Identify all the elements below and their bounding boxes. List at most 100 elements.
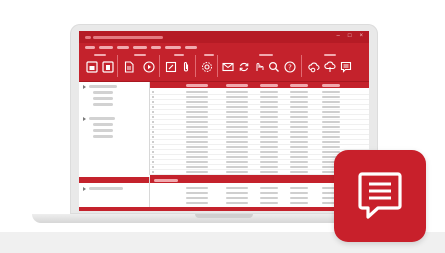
table-cell <box>226 161 248 163</box>
attachment-icon[interactable] <box>179 60 192 74</box>
table-cell <box>226 101 248 103</box>
table-cell <box>322 141 340 143</box>
menu-item[interactable] <box>151 46 161 49</box>
copy-icon[interactable] <box>101 60 114 74</box>
row-checkbox[interactable] <box>152 131 154 133</box>
laptop-screen: – □ × ? <box>79 31 369 211</box>
table-row[interactable] <box>150 94 369 95</box>
row-checkbox[interactable] <box>152 151 154 153</box>
column-header[interactable] <box>260 84 278 87</box>
table-cell <box>322 96 340 98</box>
row-checkbox[interactable] <box>152 156 154 158</box>
table-row[interactable] <box>150 99 369 100</box>
close-button[interactable]: × <box>359 33 363 40</box>
table-cell <box>322 121 340 123</box>
ribbon-group-label <box>324 54 336 56</box>
table-row[interactable] <box>150 109 369 110</box>
note-icon[interactable] <box>339 60 352 74</box>
document-icon[interactable] <box>122 60 135 74</box>
tree-item[interactable] <box>89 117 115 120</box>
tree-item[interactable] <box>89 85 117 88</box>
scan-icon[interactable] <box>252 60 265 74</box>
table-cell <box>260 116 278 118</box>
expand-arrow-icon[interactable] <box>83 117 86 121</box>
row-checkbox[interactable] <box>152 106 154 108</box>
row-checkbox[interactable] <box>152 126 154 128</box>
table-cell <box>322 116 340 118</box>
tree-item[interactable] <box>93 123 113 126</box>
maximize-button[interactable]: □ <box>348 33 352 40</box>
column-header[interactable] <box>154 179 178 182</box>
row-checkbox[interactable] <box>152 161 154 163</box>
table-cell <box>260 106 278 108</box>
table-row[interactable] <box>150 114 369 115</box>
table-row[interactable] <box>150 134 369 135</box>
tree-item[interactable] <box>89 187 123 190</box>
column-header[interactable] <box>226 84 248 87</box>
tree-item[interactable] <box>93 97 113 100</box>
table-cell <box>290 146 308 148</box>
tree-item[interactable] <box>93 91 113 94</box>
row-checkbox[interactable] <box>152 116 154 118</box>
sync-icon[interactable] <box>237 60 250 74</box>
table-row[interactable] <box>150 149 369 150</box>
row-checkbox[interactable] <box>152 96 154 98</box>
menu-item[interactable] <box>165 46 181 49</box>
table-cell <box>186 161 208 163</box>
row-checkbox[interactable] <box>152 171 154 173</box>
table-row[interactable] <box>150 139 369 140</box>
column-header[interactable] <box>290 84 308 87</box>
table-cell <box>186 121 208 123</box>
settings-icon[interactable] <box>200 60 213 74</box>
row-checkbox[interactable] <box>152 91 154 93</box>
save-icon[interactable] <box>85 60 98 74</box>
table-row[interactable] <box>150 119 369 120</box>
table-cell <box>186 116 208 118</box>
table-row[interactable] <box>150 124 369 125</box>
menu-item[interactable] <box>117 46 129 49</box>
table-cell <box>322 106 340 108</box>
edit-icon[interactable] <box>164 60 177 74</box>
app-logo <box>334 150 426 242</box>
search-icon[interactable] <box>267 60 280 74</box>
tree-item[interactable] <box>93 135 113 138</box>
row-checkbox[interactable] <box>152 166 154 168</box>
column-header[interactable] <box>186 84 208 87</box>
table-cell <box>290 101 308 103</box>
row-checkbox[interactable] <box>152 146 154 148</box>
menu-item[interactable] <box>185 46 197 49</box>
tree-item[interactable] <box>93 129 113 132</box>
help-icon[interactable]: ? <box>283 60 296 74</box>
row-checkbox[interactable] <box>152 111 154 113</box>
expand-arrow-icon[interactable] <box>83 187 86 191</box>
laptop-notch <box>195 214 253 218</box>
app-titlebar: – □ × <box>79 31 369 43</box>
menu-item[interactable] <box>85 46 95 49</box>
table-row[interactable] <box>150 129 369 130</box>
column-header[interactable] <box>322 84 340 87</box>
table-cell <box>226 166 248 168</box>
menu-item[interactable] <box>133 46 147 49</box>
cloud-download-icon[interactable] <box>307 60 320 74</box>
table-cell <box>186 166 208 168</box>
tree-item[interactable] <box>93 103 113 106</box>
table-row[interactable] <box>150 104 369 105</box>
expand-arrow-icon[interactable] <box>83 85 86 89</box>
table-row[interactable] <box>150 144 369 145</box>
row-checkbox[interactable] <box>152 121 154 123</box>
row-checkbox[interactable] <box>152 141 154 143</box>
ribbon-separator <box>117 55 118 77</box>
mail-icon[interactable] <box>221 60 234 74</box>
table-cell <box>290 136 308 138</box>
table-cell <box>260 197 278 199</box>
play-icon[interactable] <box>142 60 155 74</box>
table-cell <box>260 192 278 194</box>
cloud-upload-icon[interactable] <box>323 60 336 74</box>
table-cell <box>226 91 248 93</box>
row-checkbox[interactable] <box>152 101 154 103</box>
table-cell <box>260 202 278 204</box>
minimize-button[interactable]: – <box>337 33 340 40</box>
menu-item[interactable] <box>99 46 113 49</box>
row-checkbox[interactable] <box>152 136 154 138</box>
table-cell <box>226 187 248 189</box>
